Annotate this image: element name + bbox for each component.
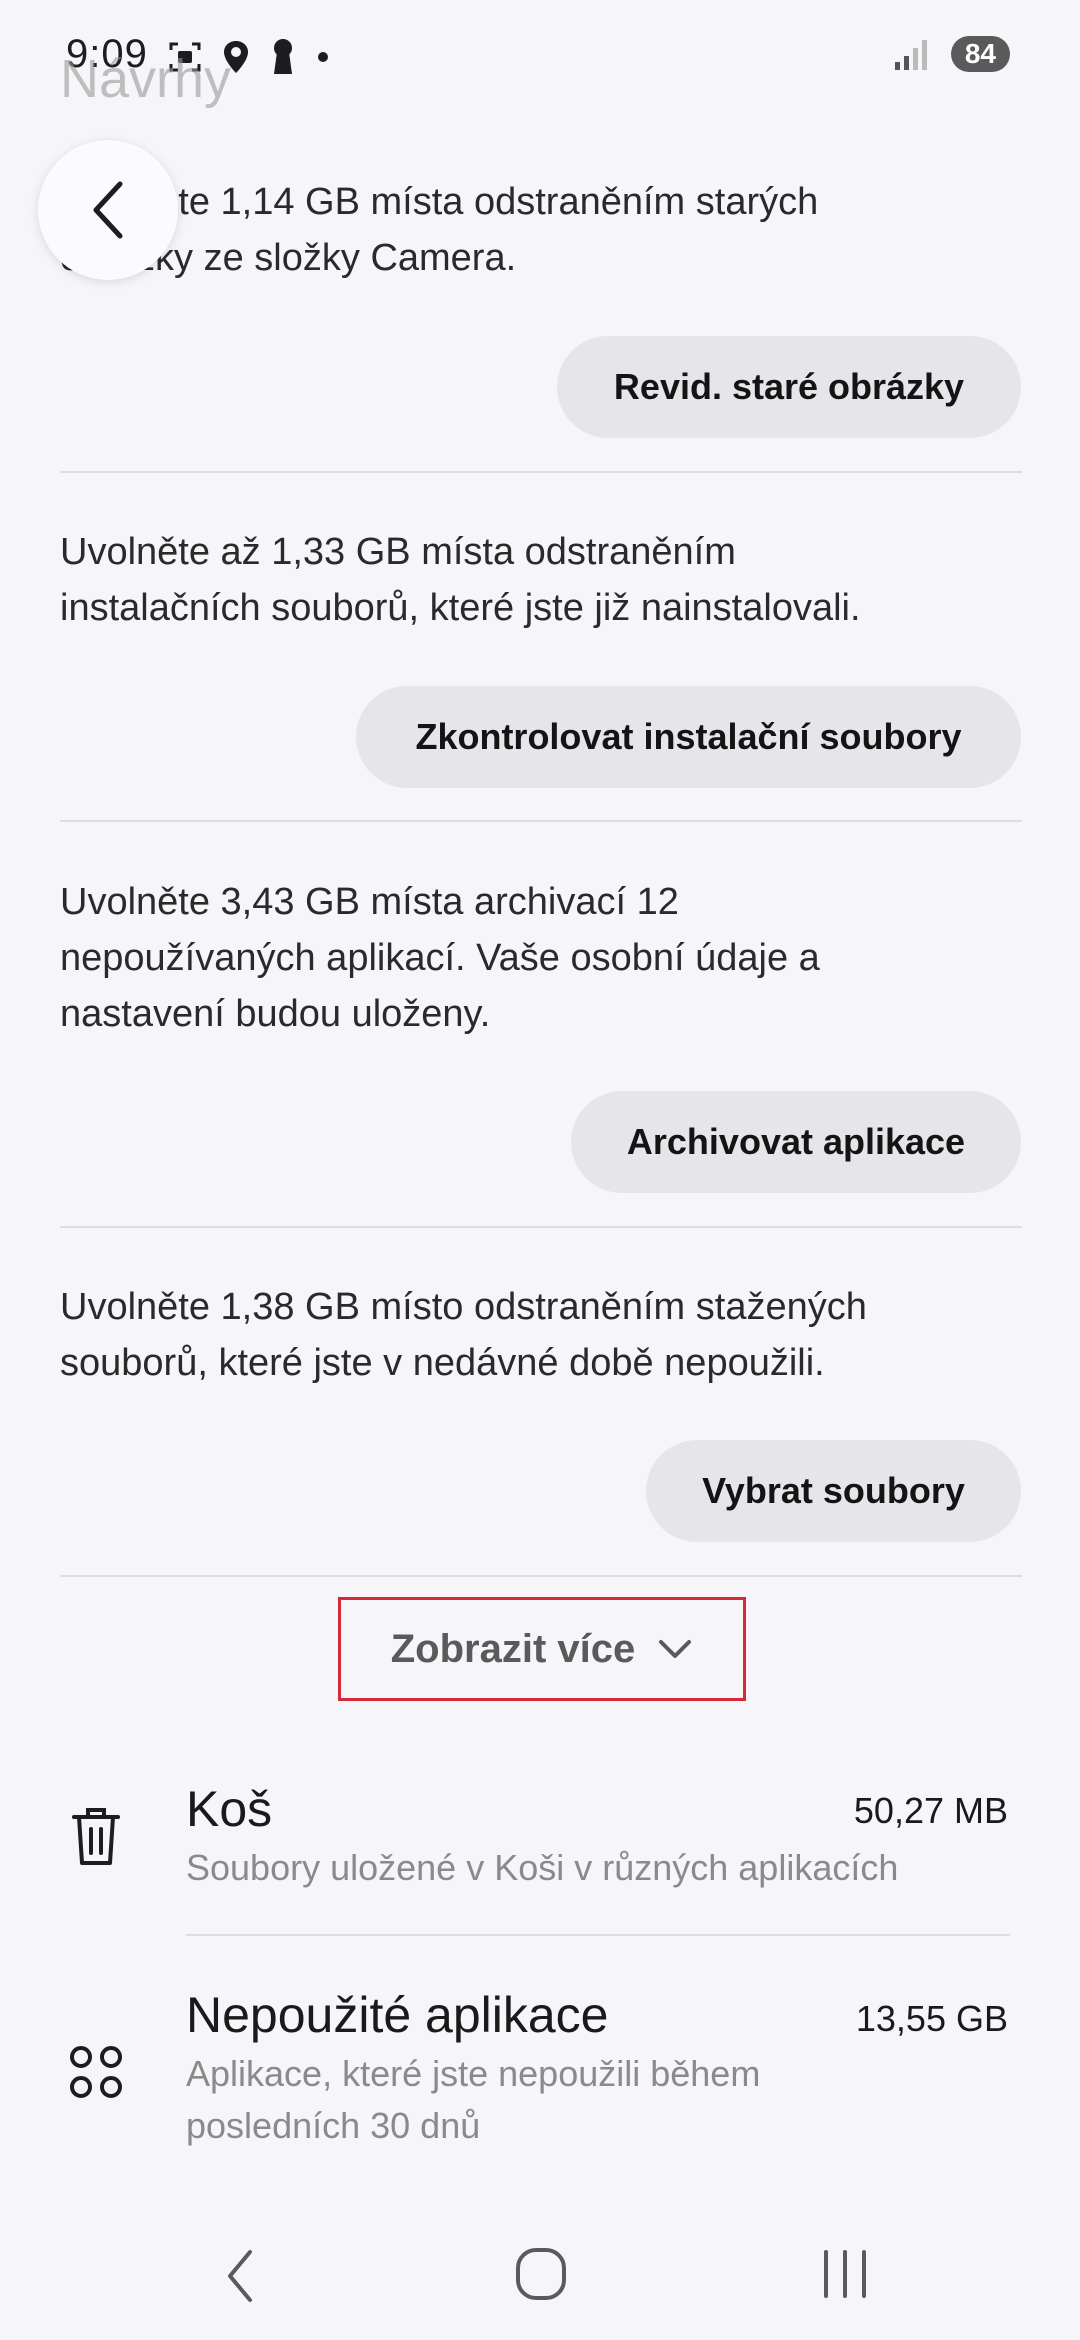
select-files-button[interactable]: Vybrat soubory (646, 1440, 1021, 1542)
keyhole-icon (274, 39, 292, 74)
trash-subtitle: Soubory uložené v Koši v různých aplikac… (186, 1847, 899, 1888)
suggestion-text-3: Uvolněte 3,43 GB místa archivací 12 nepo… (60, 881, 820, 1035)
status-right: 84 (893, 36, 1010, 72)
list-item-unused-apps[interactable]: Nepoužité aplikace 13,55 GB Aplikace, kt… (0, 1966, 1080, 2166)
nav-back-icon[interactable] (220, 2246, 260, 2306)
nav-home-icon[interactable] (514, 2244, 568, 2304)
chevron-down-icon (659, 1640, 692, 1658)
suggestion-text-2: Uvolněte až 1,33 GB místa odstraněním in… (60, 531, 861, 629)
nav-recents-icon[interactable] (820, 2248, 870, 2300)
trash-size: 50,27 MB (853, 1790, 1008, 1831)
divider (60, 1575, 1022, 1577)
trash-icon (72, 1808, 120, 1865)
navigation-bar (0, 2200, 1080, 2340)
check-installation-files-button[interactable]: Zkontrolovat instalační soubory (356, 686, 1021, 788)
chevron-left-icon (93, 181, 123, 239)
divider (60, 820, 1022, 822)
unused-apps-size: 13,55 GB (855, 1998, 1008, 2039)
back-button[interactable] (38, 140, 178, 280)
unused-apps-subtitle: Aplikace, které jste nepoužili během pos… (186, 2053, 761, 2146)
unused-apps-title: Nepoužité aplikace (186, 1987, 609, 2043)
page-title: Návrhy (60, 49, 232, 109)
apps-icon (70, 2046, 122, 2098)
divider (186, 1934, 1010, 1936)
divider (60, 471, 1022, 473)
show-more-button[interactable]: Zobrazit více (338, 1597, 746, 1701)
list-item-trash[interactable]: Koš 50,27 MB Soubory uložené v Koši v rů… (0, 1760, 1080, 1930)
divider (60, 1226, 1022, 1228)
suggestion-text-4: Uvolněte 1,38 GB místo odstraněním staže… (60, 1286, 867, 1384)
trash-title: Koš (186, 1781, 273, 1837)
signal-icon (894, 40, 927, 70)
review-old-images-button[interactable]: Revid. staré obrázky (557, 336, 1021, 438)
suggestion-text-1: Uvolněte 1,14 GB místa odstraněním starý… (60, 181, 819, 279)
dot-icon (318, 52, 328, 62)
battery-badge: 84 (950, 36, 1010, 72)
show-more-label: Zobrazit více (390, 1626, 636, 1671)
archive-apps-button[interactable]: Archivovat aplikace (571, 1091, 1021, 1193)
